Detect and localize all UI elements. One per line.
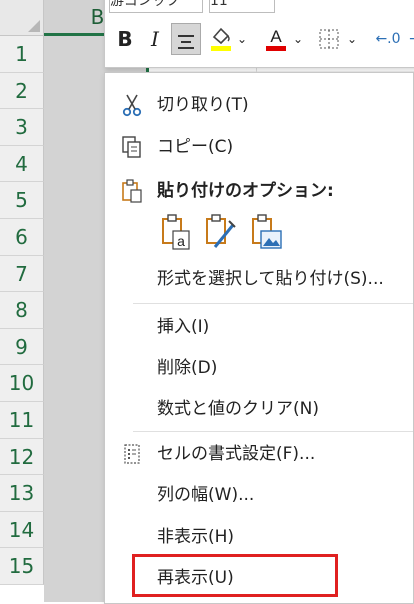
row-header-1[interactable]: 1: [0, 36, 44, 73]
font-name-box[interactable]: 游ゴシック: [109, 0, 203, 13]
borders-icon: [319, 29, 339, 49]
context-menu: 切り取り(T) コピー(C) 貼り付けのオプション: a 形式を選択して貼り付け…: [104, 72, 414, 604]
paste-icon: a: [162, 214, 190, 250]
menu-label-copy: コピー(C): [157, 137, 234, 157]
menu-item-cut[interactable]: 切り取り(T): [105, 85, 413, 125]
menu-label-delete: 削除(D): [157, 358, 218, 378]
center-align-button[interactable]: [171, 23, 201, 55]
format-cells-icon: [124, 444, 140, 464]
clipboard-icon: [122, 179, 142, 203]
paste-options-header: 貼り付けのオプション:: [105, 171, 413, 211]
align-center-icon: [172, 24, 200, 49]
unhide-highlight-box: [132, 554, 338, 597]
bold-button[interactable]: B: [113, 23, 137, 55]
menu-label-insert: 挿入(I): [157, 317, 210, 337]
row-header-8[interactable]: 8: [0, 292, 44, 329]
menu-item-format-cells[interactable]: セルの書式設定(F)...: [105, 434, 413, 474]
select-all-triangle-icon: [28, 20, 40, 32]
menu-item-hide[interactable]: 非表示(H): [105, 517, 413, 557]
row-header-9[interactable]: 9: [0, 328, 44, 366]
paste-option-paste[interactable]: a: [159, 213, 193, 251]
decrease-decimal-button[interactable]: →: [407, 23, 414, 55]
mini-toolbar: 游ゴシック 11 B I ⌄ A ⌄ ⌄ ←.0: [104, 0, 414, 68]
row-header-4[interactable]: 4: [0, 145, 44, 183]
fill-color-button[interactable]: [209, 23, 233, 55]
borders-button[interactable]: [317, 23, 341, 55]
row-header-7[interactable]: 7: [0, 255, 44, 293]
menu-separator: [133, 431, 413, 432]
row-header-15[interactable]: 15: [0, 548, 44, 585]
increase-decimal-button[interactable]: ←.0: [373, 23, 403, 55]
paste-formatting-icon: [206, 214, 236, 248]
menu-item-column-width[interactable]: 列の幅(W)...: [105, 475, 413, 515]
font-color-icon: A: [266, 27, 286, 51]
paste-option-formatting[interactable]: [203, 213, 237, 251]
row-header-6[interactable]: 6: [0, 218, 44, 256]
row-headers: 1 2 3 4 5 6 7 8 9 10 11 12 13 14 15: [0, 36, 44, 585]
menu-item-delete[interactable]: 削除(D): [105, 348, 413, 388]
font-size-box[interactable]: 11: [209, 0, 275, 13]
row-header-14[interactable]: 14: [0, 511, 44, 549]
row-header-10[interactable]: 10: [0, 365, 44, 402]
row-header-2[interactable]: 2: [0, 72, 44, 110]
copy-icon: [122, 136, 141, 158]
font-color-dropdown-icon[interactable]: ⌄: [291, 23, 305, 55]
menu-label-format-cells: セルの書式設定(F)...: [157, 444, 316, 464]
fill-color-dropdown-icon[interactable]: ⌄: [235, 23, 249, 55]
row-header-5[interactable]: 5: [0, 182, 44, 219]
paste-picture-icon: [252, 214, 282, 249]
menu-label-hide: 非表示(H): [157, 527, 235, 547]
italic-button[interactable]: I: [145, 23, 165, 55]
svg-text:a: a: [177, 233, 185, 249]
paint-bucket-icon: [211, 27, 231, 51]
row-header-12[interactable]: 12: [0, 438, 44, 476]
paste-options-heading: 貼り付けのオプション:: [157, 181, 334, 201]
paste-option-picture[interactable]: [249, 213, 283, 251]
menu-label-clear-contents: 数式と値のクリア(N): [157, 399, 319, 419]
menu-item-insert[interactable]: 挿入(I): [105, 307, 413, 347]
row-header-3[interactable]: 3: [0, 109, 44, 146]
select-all-corner[interactable]: [0, 0, 44, 36]
svg-text:A: A: [270, 27, 282, 46]
menu-item-paste-special[interactable]: 形式を選択して貼り付け(S)...: [105, 259, 413, 299]
menu-label-cut: 切り取り(T): [157, 95, 249, 115]
borders-dropdown-icon[interactable]: ⌄: [345, 23, 359, 55]
menu-separator: [133, 303, 413, 304]
row-header-11[interactable]: 11: [0, 401, 44, 439]
font-color-button[interactable]: A: [265, 23, 287, 55]
scissors-icon: [122, 94, 142, 117]
menu-label-column-width: 列の幅(W)...: [157, 485, 255, 505]
row-header-13[interactable]: 13: [0, 475, 44, 512]
menu-label-paste-special: 形式を選択して貼り付け(S)...: [157, 269, 384, 289]
menu-item-clear-contents[interactable]: 数式と値のクリア(N): [105, 389, 413, 429]
menu-item-copy[interactable]: コピー(C): [105, 127, 413, 167]
